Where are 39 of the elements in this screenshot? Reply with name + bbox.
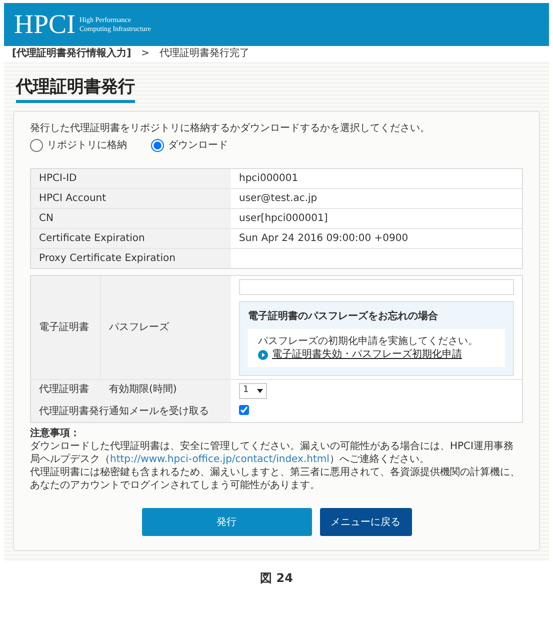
table-cell: CN (31, 209, 231, 228)
instruction-text: 発行した代理証明書をリポジトリに格納するかダウンロードするかを選択してください。 (30, 122, 431, 136)
caret-icon (257, 389, 263, 394)
logo: HPCI (14, 11, 76, 38)
figure-caption: 図 24 (259, 571, 294, 587)
breadcrumb-item: 代理証明書発行完了 (160, 49, 250, 59)
breadcrumb-item: > (141, 49, 150, 59)
help-link[interactable]: 電子証明書失効・パスフレーズ初期化申請 (272, 348, 462, 362)
notes-paragraph: 代理証明書には秘密鍵も含まれるため、漏えいしますと、第三者に悪用されて、各資源提供機関の計算機に、あなたのアカウントでログインされてしまう可能性があります。 (30, 466, 521, 492)
issue-button[interactable]: 発行 (142, 508, 312, 536)
table-cell: Sun Apr 24 2016 09:00:00 +0900 (239, 233, 408, 244)
table-cell: 代理証明書 (39, 384, 89, 396)
hours-select[interactable]: 1 (239, 383, 267, 400)
table-cell: 代理証明書発行通知メールを受け取る (39, 406, 209, 418)
radio-button[interactable] (30, 139, 43, 152)
breadcrumb-item: [代理証明書発行情報入力] (12, 49, 132, 59)
table-cell: 電子証明書 (39, 321, 89, 334)
notes-heading: 注意事項： (30, 427, 81, 440)
notes-paragraph: ダウンロードした代理証明書は、安全に管理してください。漏えいの可能性がある場合には、HPCI運用事務局ヘルプデスク（http://www.hpci-office.jp/contact/index.html）へご連絡ください。 (30, 440, 514, 466)
table-cell: HPCI Account (31, 189, 231, 208)
contact-link[interactable]: http://www.hpci-office.jp/contact/index.html (110, 454, 330, 466)
radio-label[interactable]: ダウンロード (168, 139, 228, 152)
back-to-menu-button[interactable]: メニューに戻る (320, 508, 412, 536)
table-cell: 有効期限(時間) (109, 384, 177, 396)
table-cell: HPCI-ID (31, 169, 231, 188)
table-cell: Certificate Expiration (31, 229, 231, 248)
radio-button[interactable] (151, 139, 164, 152)
page-title: 代理証明書発行 (16, 76, 135, 104)
help-text: パスフレーズの初期化申請を実施してください。 (258, 335, 479, 348)
radio-label[interactable]: リポジトリに格納 (47, 139, 127, 152)
passphrase-field[interactable] (239, 279, 514, 296)
table-cell: user@test.ac.jp (239, 193, 318, 204)
table-cell: パスフレーズ (109, 321, 169, 334)
play-icon (258, 350, 268, 360)
mail-checkbox[interactable] (239, 405, 249, 416)
table-cell: Proxy Certificate Expiration (31, 249, 231, 268)
help-title: 電子証明書のパスフレーズをお忘れの場合 (248, 310, 439, 324)
table-cell: user[hpci000001] (239, 213, 328, 224)
table-cell: hpci000001 (239, 173, 298, 184)
